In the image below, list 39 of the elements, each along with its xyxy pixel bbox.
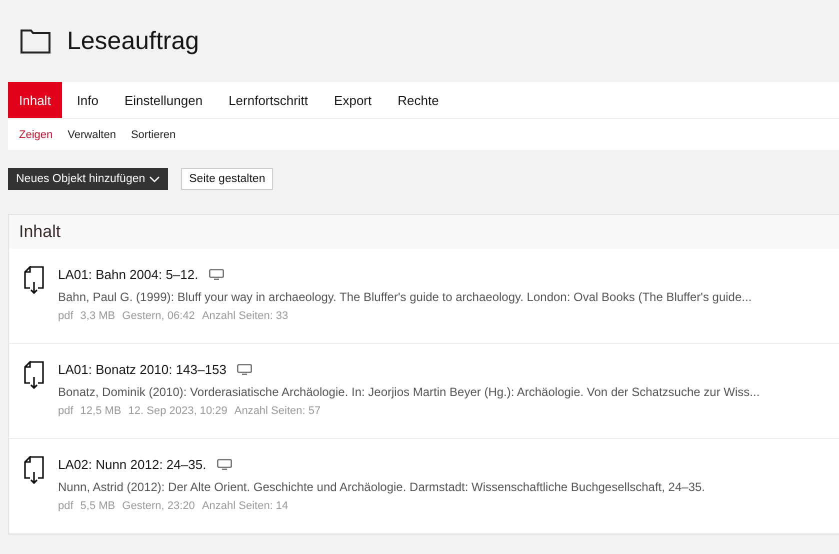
item-title-link[interactable]: LA01: Bonatz 2010: 143–153 bbox=[58, 362, 226, 377]
item-description: Bahn, Paul G. (1999): Bluff your way in archaeology. The Bluffer's guide to archaeology. London: Oval Books (The Bluffer's guide... bbox=[58, 290, 752, 304]
item-property: pdf bbox=[58, 500, 74, 512]
page-layout-button[interactable]: Seite gestalten bbox=[181, 168, 274, 190]
item-property: Anzahl Seiten: 57 bbox=[234, 405, 321, 417]
item-property: 3,3 MB bbox=[80, 310, 116, 322]
monitor-icon[interactable] bbox=[237, 364, 252, 375]
item-property: 12,5 MB bbox=[80, 405, 122, 417]
panel-title: Inhalt bbox=[19, 222, 61, 242]
subtab[interactable]: Zeigen bbox=[19, 128, 53, 140]
item-description: Nunn, Astrid (2012): Der Alte Orient. Geschichte und Archäologie. Darmstadt: Wissenschaftliche Buchgesellschaft, 24–35. bbox=[58, 480, 705, 494]
item-property: Anzahl Seiten: 33 bbox=[202, 310, 288, 322]
add-object-button[interactable]: Neues Objekt hinzufügen bbox=[8, 168, 168, 190]
tab[interactable]: Lernfortschritt bbox=[218, 82, 320, 118]
tab[interactable]: Einstellungen bbox=[114, 82, 214, 118]
item-title-link[interactable]: LA02: Nunn 2012: 24–35. bbox=[58, 457, 206, 472]
tab[interactable]: Export bbox=[323, 82, 383, 118]
item-property: Anzahl Seiten: 14 bbox=[202, 500, 288, 512]
tab[interactable]: Rechte bbox=[386, 82, 450, 118]
tab[interactable]: Inhalt bbox=[8, 82, 62, 118]
monitor-icon[interactable] bbox=[217, 459, 232, 470]
file-download-icon[interactable] bbox=[23, 456, 45, 485]
item-property: pdf bbox=[58, 405, 74, 417]
item-property: Gestern, 23:20 bbox=[122, 500, 195, 512]
folder-icon bbox=[20, 28, 51, 54]
item-property: 5,5 MB bbox=[80, 500, 116, 512]
file-download-icon[interactable] bbox=[23, 266, 45, 295]
item-property: Gestern, 06:42 bbox=[122, 310, 195, 322]
monitor-icon[interactable] bbox=[209, 269, 224, 280]
subtab[interactable]: Sortieren bbox=[130, 128, 176, 140]
item-property: 12. Sep 2023, 10:29 bbox=[128, 405, 228, 417]
item-property: pdf bbox=[58, 310, 74, 322]
tab[interactable]: Info bbox=[66, 82, 110, 118]
file-download-icon[interactable] bbox=[23, 361, 45, 390]
subtab[interactable]: Verwalten bbox=[68, 128, 116, 140]
item-title-link[interactable]: LA01: Bahn 2004: 5–12. bbox=[58, 267, 198, 282]
chevron-down-icon bbox=[149, 176, 160, 182]
item-description: Bonatz, Dominik (2010): Vorderasiatische Archäologie. In: Jeorjios Martin Beyer (Hg.): Archäologie. Von der Schatzsuche zur Wiss... bbox=[58, 385, 760, 399]
page-title: Leseauftrag bbox=[67, 26, 200, 56]
